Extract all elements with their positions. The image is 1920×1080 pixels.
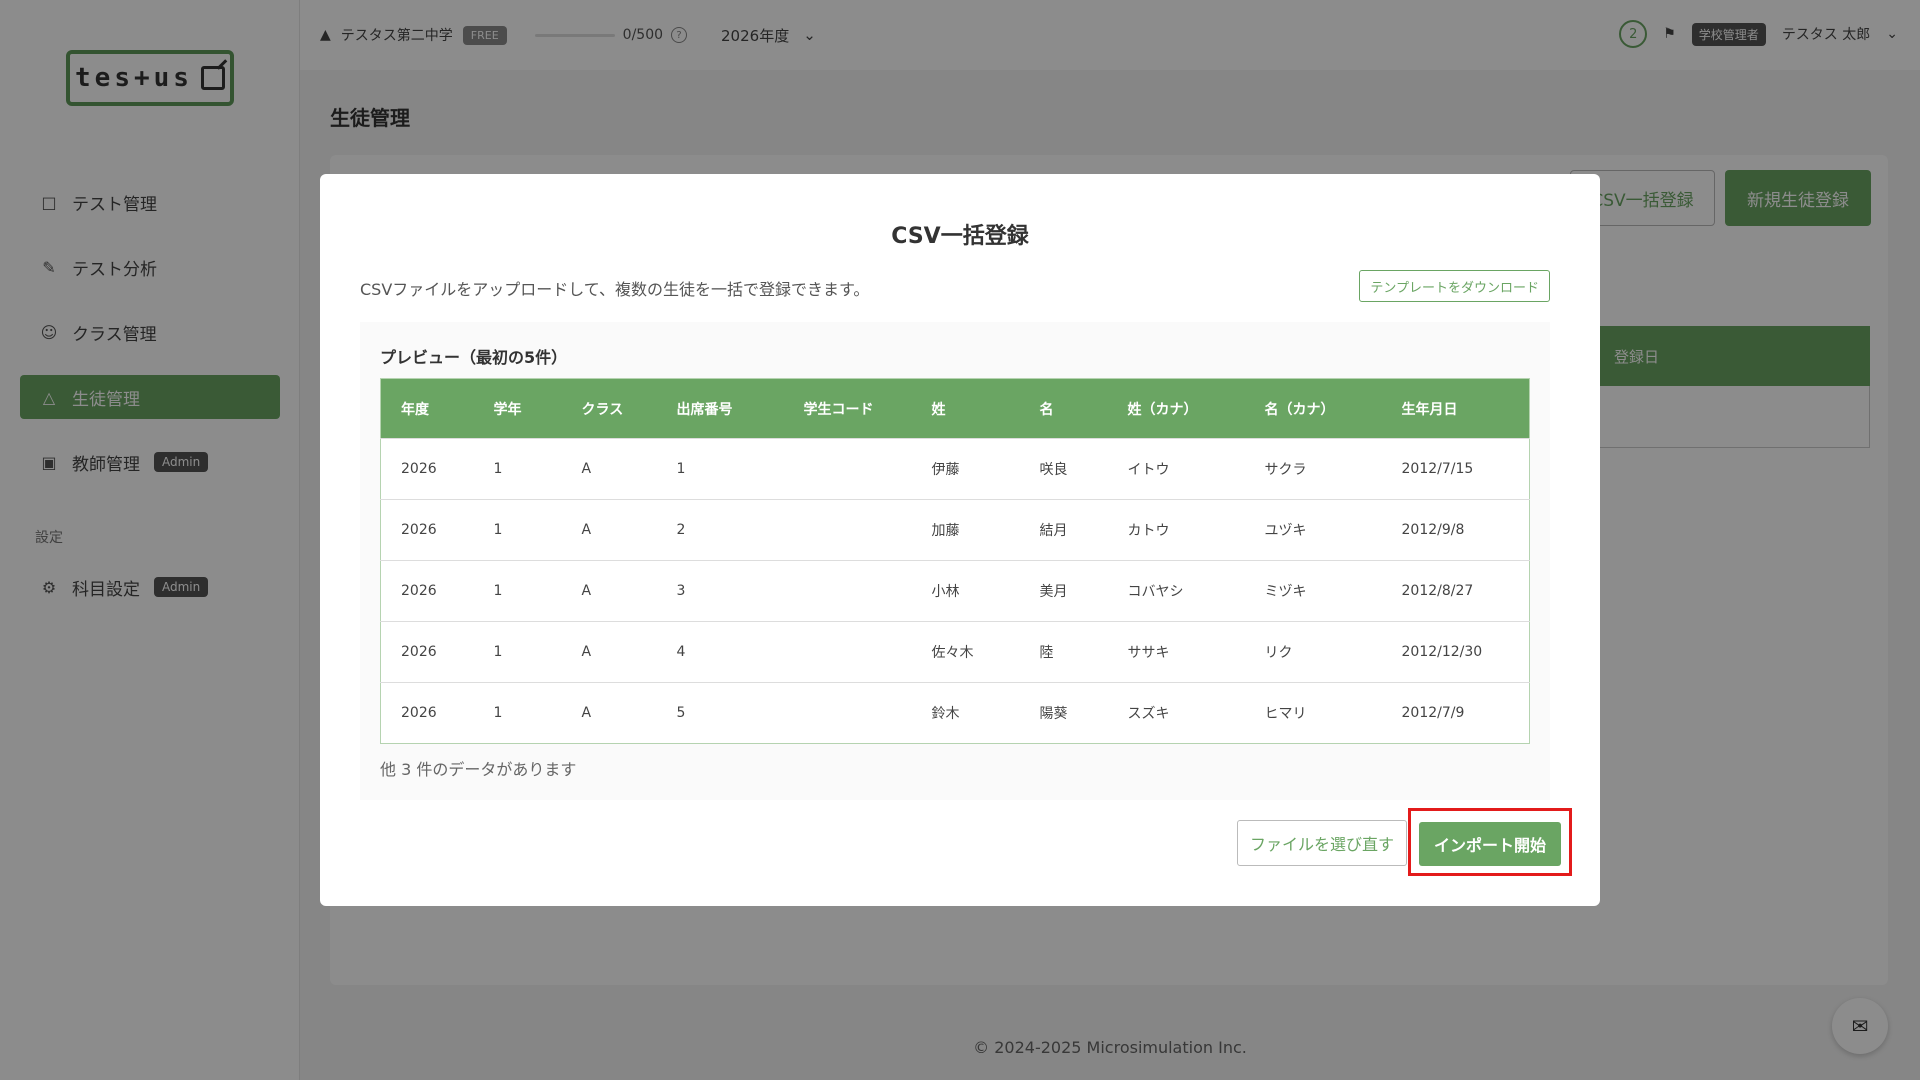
table-cell: A [561, 438, 657, 500]
table-cell: 1 [473, 682, 562, 744]
preview-section: プレビュー（最初の5件） 年度 学年 クラス 出席番号 学生コード 姓 名 姓（… [360, 322, 1550, 800]
column-header: 出席番号 [656, 378, 784, 439]
table-cell: 4 [656, 621, 784, 683]
table-cell: 1 [473, 499, 562, 561]
table-header-row: 年度 学年 クラス 出席番号 学生コード 姓 名 姓（カナ） 名（カナ） 生年月… [380, 378, 1530, 439]
table-cell [783, 621, 912, 683]
table-cell: イトウ [1107, 438, 1245, 500]
table-cell: 1 [656, 438, 784, 500]
table-row: 2026 1 A 1 伊藤 咲良 イトウ サクラ 2012/7/15 [380, 438, 1530, 500]
table-cell: 加藤 [911, 499, 1020, 561]
download-template-button[interactable]: テンプレートをダウンロード [1359, 270, 1550, 302]
table-row: 2026 1 A 2 加藤 結月 カトウ ユヅキ 2012/9/8 [380, 499, 1530, 561]
table-cell: 3 [656, 560, 784, 622]
table-cell: A [561, 621, 657, 683]
table-cell: 1 [473, 621, 562, 683]
column-header: クラス [561, 378, 657, 439]
column-header: 名（カナ） [1244, 378, 1382, 439]
table-cell: サクラ [1244, 438, 1382, 500]
table-cell: 小林 [911, 560, 1020, 622]
table-cell: 1 [473, 560, 562, 622]
table-cell: ミヅキ [1244, 560, 1382, 622]
table-cell: 美月 [1019, 560, 1108, 622]
column-header: 年度 [380, 378, 474, 439]
table-cell: 2026 [380, 621, 474, 683]
modal-description: CSVファイルをアップロードして、複数の生徒を一括で登録できます。 [360, 280, 870, 299]
table-cell: A [561, 499, 657, 561]
column-header: 名 [1019, 378, 1108, 439]
table-cell [783, 682, 912, 744]
table-cell: 2012/9/8 [1381, 499, 1530, 561]
table-cell: スズキ [1107, 682, 1245, 744]
table-cell: ササキ [1107, 621, 1245, 683]
table-cell: 結月 [1019, 499, 1108, 561]
table-cell: カトウ [1107, 499, 1245, 561]
table-cell: リク [1244, 621, 1382, 683]
column-header: 生年月日 [1381, 378, 1530, 439]
table-cell [783, 560, 912, 622]
table-row: 2026 1 A 3 小林 美月 コバヤシ ミヅキ 2012/8/27 [380, 560, 1530, 622]
table-cell: コバヤシ [1107, 560, 1245, 622]
more-rows-text: 他 3 件のデータがあります [380, 760, 577, 779]
table-cell: 陽葵 [1019, 682, 1108, 744]
preview-label: プレビュー（最初の5件） [380, 348, 568, 367]
table-cell: 2026 [380, 499, 474, 561]
column-header: 姓（カナ） [1107, 378, 1245, 439]
csv-import-modal: CSV一括登録 CSVファイルをアップロードして、複数の生徒を一括で登録できます… [320, 174, 1600, 906]
table-cell: A [561, 560, 657, 622]
table-cell: 陸 [1019, 621, 1108, 683]
table-cell: 2012/7/15 [1381, 438, 1530, 500]
column-header: 学生コード [783, 378, 912, 439]
table-cell: 鈴木 [911, 682, 1020, 744]
table-cell [783, 499, 912, 561]
table-cell: 2012/7/9 [1381, 682, 1530, 744]
table-cell: A [561, 682, 657, 744]
reselect-file-button[interactable]: ファイルを選び直す [1237, 820, 1407, 866]
preview-table: 年度 学年 クラス 出席番号 学生コード 姓 名 姓（カナ） 名（カナ） 生年月… [380, 378, 1530, 744]
table-cell: 2012/12/30 [1381, 621, 1530, 683]
modal-title: CSV一括登録 [891, 224, 1029, 249]
table-cell: 2026 [380, 682, 474, 744]
table-cell [783, 438, 912, 500]
table-cell: 1 [473, 438, 562, 500]
table-cell: 5 [656, 682, 784, 744]
table-cell: 2 [656, 499, 784, 561]
table-cell: 2012/8/27 [1381, 560, 1530, 622]
column-header: 学年 [473, 378, 562, 439]
table-cell: 伊藤 [911, 438, 1020, 500]
table-cell: 佐々木 [911, 621, 1020, 683]
table-cell: 2026 [380, 560, 474, 622]
highlight-box [1408, 808, 1572, 876]
table-cell: ユヅキ [1244, 499, 1382, 561]
table-cell: ヒマリ [1244, 682, 1382, 744]
table-row: 2026 1 A 4 佐々木 陸 ササキ リク 2012/12/30 [380, 621, 1530, 683]
table-row: 2026 1 A 5 鈴木 陽葵 スズキ ヒマリ 2012/7/9 [380, 682, 1530, 744]
column-header: 姓 [911, 378, 1020, 439]
table-cell: 2026 [380, 438, 474, 500]
table-cell: 咲良 [1019, 438, 1108, 500]
